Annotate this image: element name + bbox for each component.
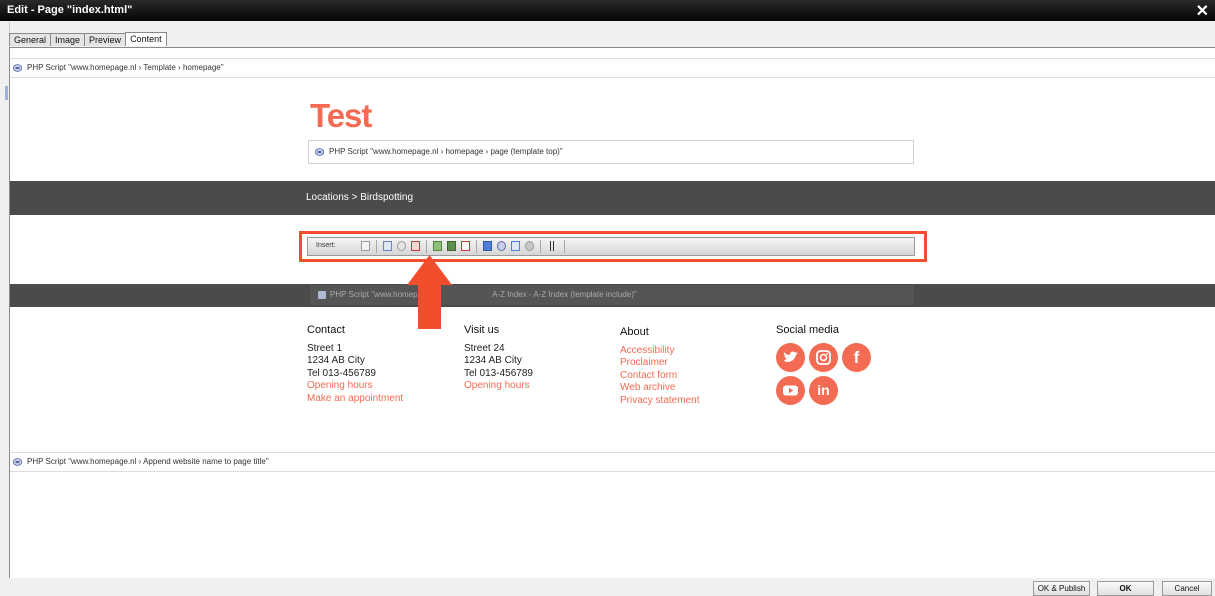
- contact-city: 1234 AB City: [307, 355, 365, 366]
- template-top-script[interactable]: PHP Script "www.homepage.nl › homepage ›…: [308, 140, 914, 164]
- opening-hours-link[interactable]: Opening hours: [307, 380, 403, 393]
- twitter-icon[interactable]: [776, 343, 805, 372]
- footer-social: Social media f in: [776, 324, 871, 405]
- visit-street: Street 24: [464, 342, 505, 354]
- template-top-script-label: PHP Script "www.homepage.nl › homepage ›…: [329, 147, 563, 156]
- accessibility-link[interactable]: Accessibility: [620, 345, 699, 358]
- contact-form-link[interactable]: Contact form: [620, 370, 699, 383]
- youtube-icon[interactable]: [776, 376, 805, 405]
- about-heading: About: [620, 326, 649, 338]
- footer-contact: Contact Street 1 1234 AB City Tel 013-45…: [307, 324, 403, 405]
- visit-city: 1234 AB City: [464, 355, 522, 366]
- contact-heading: Contact: [307, 324, 345, 336]
- breadcrumb-band: Locations > Birdspotting: [10, 181, 1215, 215]
- php-script-icon: [318, 290, 326, 299]
- append-title-script-label: PHP Script "www.homepage.nl › Append web…: [27, 457, 269, 466]
- tab-bar: General Image Preview Content: [9, 32, 167, 47]
- privacy-statement-link[interactable]: Privacy statement: [620, 395, 699, 408]
- visit-opening-hours-link[interactable]: Opening hours: [464, 380, 533, 393]
- php-script-icon: [13, 458, 22, 466]
- include-script-label-end: A-Z Index - A-Z Index (template include)…: [492, 290, 637, 299]
- window-title-bar: Edit - Page "index.html" ✕: [0, 0, 1215, 21]
- append-title-script-bar[interactable]: PHP Script "www.homepage.nl › Append web…: [10, 452, 1215, 472]
- template-include-band: PHP Script "www.homepa A-Z Index - A-Z In…: [10, 284, 1215, 307]
- tab-image[interactable]: Image: [50, 33, 86, 46]
- make-appointment-link[interactable]: Make an appointment: [307, 393, 403, 406]
- tab-preview[interactable]: Preview: [84, 33, 127, 46]
- pointer-arrow-icon: [407, 255, 452, 329]
- php-script-icon: [315, 148, 324, 156]
- tab-general[interactable]: General: [9, 33, 52, 46]
- instagram-icon[interactable]: [809, 343, 838, 372]
- template-include-script[interactable]: PHP Script "www.homepa A-Z Index - A-Z In…: [310, 285, 914, 305]
- rail-marker: [5, 86, 8, 100]
- close-icon[interactable]: ✕: [1196, 1, 1209, 21]
- footer-about: About Accessibility Proclaimer Contact f…: [620, 326, 699, 407]
- template-script-bar[interactable]: PHP Script "www.homepage.nl › Template ›…: [10, 58, 1215, 78]
- toolbar-highlight-box: [299, 231, 927, 262]
- content-frame: PHP Script "www.homepage.nl › Template ›…: [9, 47, 1215, 578]
- template-script-label: PHP Script "www.homepage.nl › Template ›…: [27, 63, 224, 72]
- social-heading: Social media: [776, 324, 839, 336]
- contact-phone: Tel 013-456789: [307, 367, 376, 379]
- visit-phone: Tel 013-456789: [464, 367, 533, 379]
- web-archive-link[interactable]: Web archive: [620, 382, 699, 395]
- facebook-icon[interactable]: f: [842, 343, 871, 372]
- contact-street: Street 1: [307, 342, 343, 354]
- php-script-icon: [13, 64, 22, 72]
- footer-visit: Visit us Street 24 1234 AB City Tel 013-…: [464, 324, 533, 393]
- linkedin-icon[interactable]: in: [809, 376, 838, 405]
- page-heading: Test: [310, 97, 372, 134]
- proclaimer-link[interactable]: Proclaimer: [620, 357, 699, 370]
- visit-heading: Visit us: [464, 324, 500, 336]
- window-title: Edit - Page "index.html": [7, 4, 133, 16]
- tab-content[interactable]: Content: [125, 32, 167, 46]
- breadcrumb: Locations > Birdspotting: [306, 192, 414, 203]
